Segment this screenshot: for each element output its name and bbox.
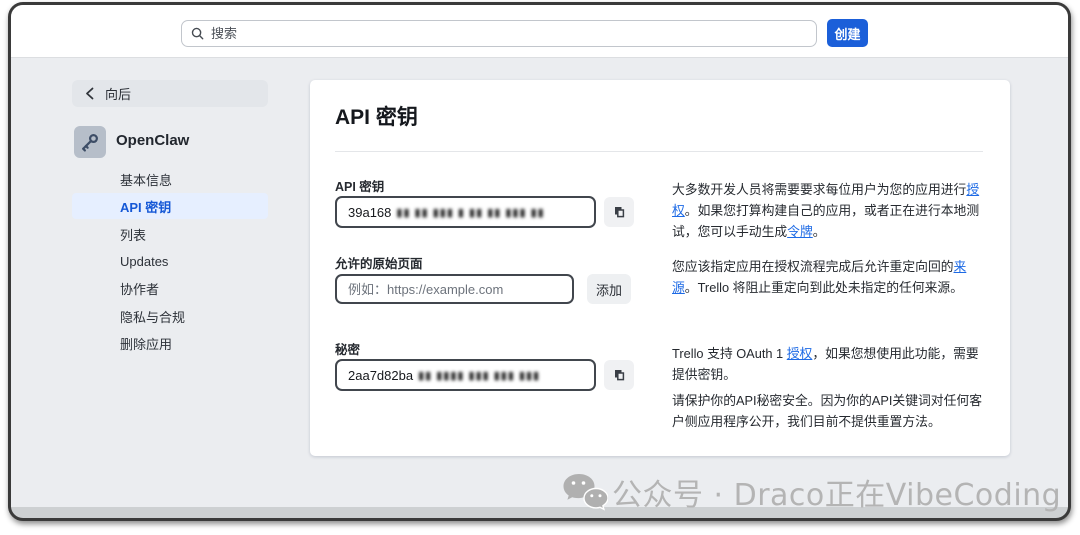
search-input[interactable] [211, 26, 816, 41]
desc-text: 大多数开发人员将需要要求每位用户为您的应用进行 [672, 182, 966, 197]
copy-icon [612, 205, 626, 219]
api-key-description: 大多数开发人员将需要要求每位用户为您的应用进行授权。如果您打算构建自己的应用，或… [672, 179, 990, 242]
api-key-label: API 密钥 [335, 176, 384, 195]
origins-description: 您应该指定应用在授权流程完成后允许重定向回的来源。Trello 将阻止重定向到此… [672, 256, 990, 298]
app-name: OpenClaw [116, 132, 189, 149]
secret-description: Trello 支持 OAuth 1 授权，如果您想使用此功能，需要提供密钥。 [672, 343, 990, 385]
sidebar-item-basic-info[interactable]: 基本信息 [72, 166, 268, 192]
secret-value: 2aa7d82ba [348, 368, 413, 383]
search-icon [191, 27, 204, 40]
oauth-link[interactable]: 授权 [787, 346, 813, 361]
origins-label: 允许的原始页面 [335, 253, 423, 272]
token-link[interactable]: 令牌 [787, 224, 813, 239]
sidebar-item-list[interactable]: 列表 [72, 221, 268, 247]
create-button[interactable]: 创建 [827, 19, 868, 47]
chevron-left-icon [85, 87, 94, 100]
sidebar-item-privacy-compliance[interactable]: 隐私与合规 [72, 303, 268, 329]
wechat-icon [562, 472, 608, 517]
sidebar-item-updates[interactable]: Updates [72, 248, 268, 274]
api-key-value: 39a168 [348, 205, 391, 220]
secret-input[interactable]: 2aa7d82ba ▮▮ ▮▮▮▮ ▮▮▮ ▮▮▮ ▮▮▮ [335, 359, 596, 391]
search-box[interactable] [181, 20, 817, 47]
sidebar-item-api-key[interactable]: API 密钥 [72, 193, 268, 219]
desc-text: 。如果您打算构建自己的应用，或者正在进行本地测试，您可以手动生成 [672, 203, 979, 239]
desc-text: 您应该指定应用在授权流程完成后允许重定向回的 [672, 259, 954, 274]
secret-redacted: ▮▮ ▮▮▮▮ ▮▮▮ ▮▮▮ ▮▮▮ [418, 369, 540, 382]
sidebar-item-delete-app[interactable]: 删除应用 [72, 330, 268, 356]
copy-icon [612, 368, 626, 382]
back-button[interactable]: 向后 [72, 80, 268, 107]
back-label: 向后 [105, 84, 131, 103]
desc-text: 。Trello 将阻止重定向到此处未指定的任何来源。 [685, 280, 963, 295]
copy-secret-button[interactable] [604, 360, 634, 390]
watermark-text: 公众号 · Draco正在VibeCoding [612, 470, 1061, 514]
add-origin-button[interactable]: 添加 [587, 274, 631, 304]
desc-text: 。 [813, 224, 826, 239]
secret-label: 秘密 [335, 339, 360, 358]
secret-warning: 请保护你的API秘密安全。因为你的API关键词对任何客户侧应用程序公开，我们目前… [672, 390, 990, 432]
key-icon [74, 126, 106, 158]
api-key-redacted: ▮▮ ▮▮ ▮▮▮ ▮ ▮▮ ▮▮ ▮▮▮ ▮▮ [396, 206, 544, 219]
desc-text: Trello 支持 OAuth 1 [672, 346, 787, 361]
divider [335, 151, 983, 152]
origin-input[interactable] [335, 274, 574, 304]
api-key-input[interactable]: 39a168 ▮▮ ▮▮ ▮▮▮ ▮ ▮▮ ▮▮ ▮▮▮ ▮▮ [335, 196, 596, 228]
page-title: API 密钥 [335, 101, 418, 131]
sidebar-item-collaborators[interactable]: 协作者 [72, 275, 268, 301]
page: 创建 向后 OpenClaw 基本信息 API 密钥 列表 Updates 协作… [0, 0, 1080, 535]
copy-api-key-button[interactable] [604, 197, 634, 227]
